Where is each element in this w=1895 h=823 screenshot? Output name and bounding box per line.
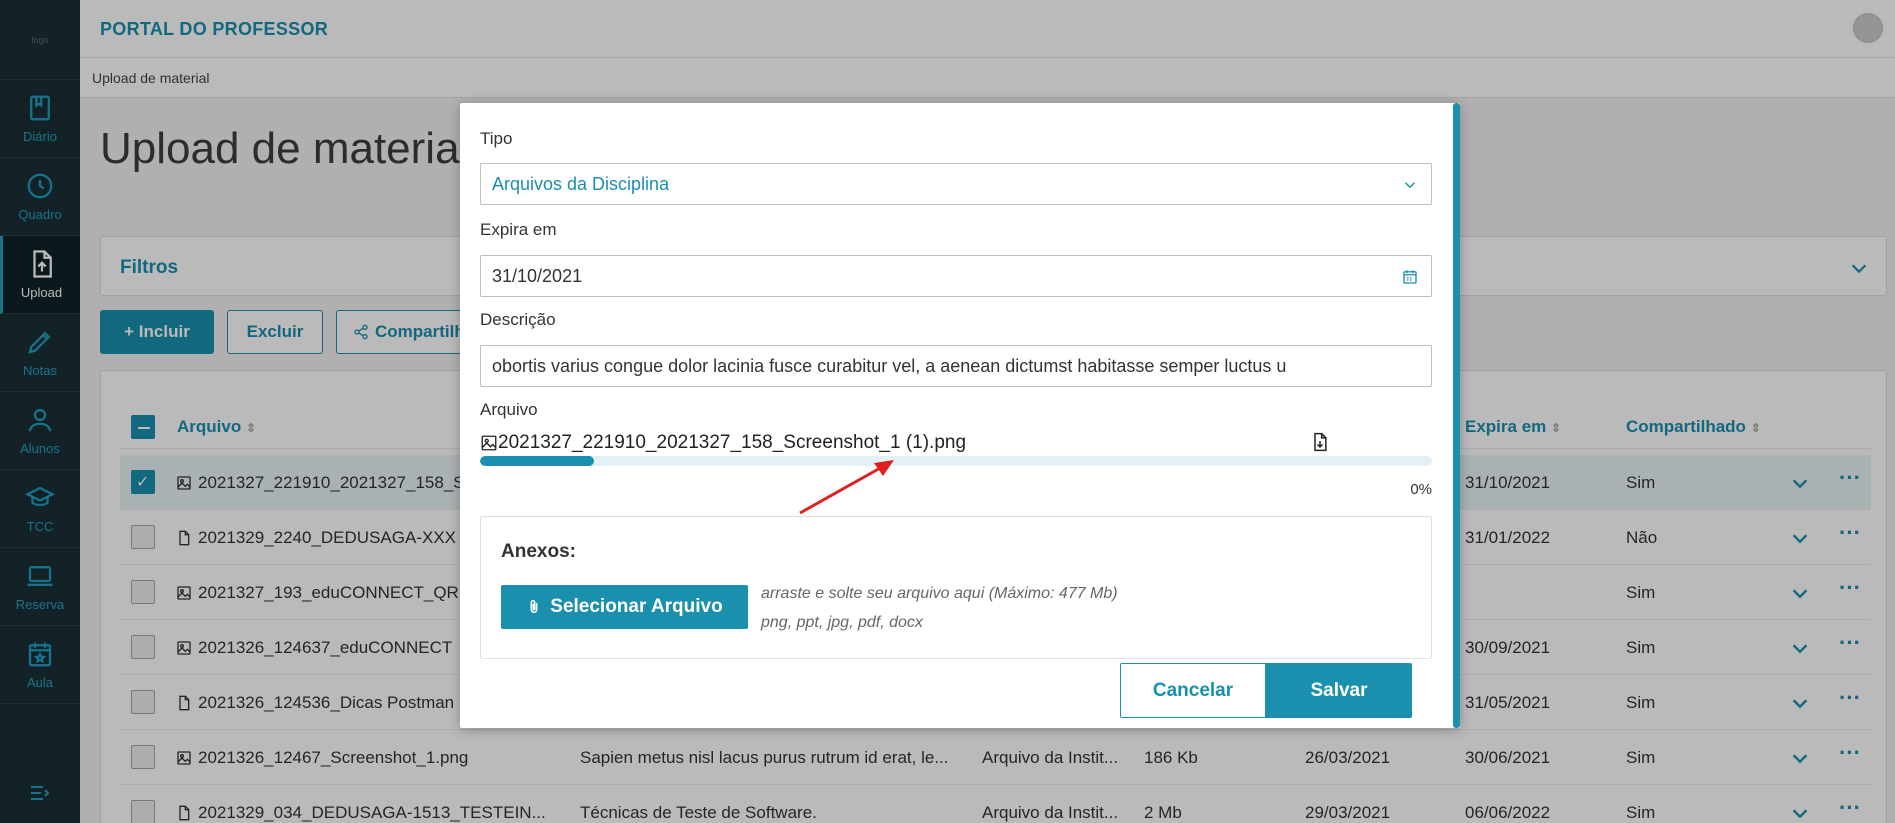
chevron-down-icon <box>1401 176 1419 199</box>
tipo-select-value: Arquivos da Disciplina <box>492 173 670 194</box>
descricao-value: obortis varius congue dolor lacinia fusc… <box>492 355 1287 376</box>
select-file-button-label: Selecionar Arquivo <box>550 596 723 617</box>
upload-modal: Tipo Arquivos da Disciplina Expira em 31… <box>460 103 1460 728</box>
tipo-label: Tipo <box>480 129 513 148</box>
uploaded-file-name: 2021327_221910_2021327_158_Screenshot_1 … <box>498 432 967 453</box>
expira-date-value: 31/10/2021 <box>492 265 583 286</box>
upload-progress-bar <box>480 456 1432 466</box>
attachments-dropzone[interactable]: Anexos: Selecionar Arquivo arraste e sol… <box>480 516 1432 659</box>
tipo-select[interactable]: Arquivos da Disciplina <box>480 163 1432 205</box>
expira-label: Expira em <box>480 220 557 239</box>
attachments-title: Anexos: <box>501 541 576 562</box>
save-button[interactable]: Salvar <box>1266 663 1412 718</box>
descricao-label: Descrição <box>480 310 556 329</box>
image-file-icon <box>481 435 497 451</box>
allowed-formats: png, ppt, jpg, pdf, docx <box>761 614 923 631</box>
modal-scrollbar[interactable] <box>1453 103 1460 728</box>
uploaded-file-row: 2021327_221910_2021327_158_Screenshot_1 … <box>480 430 1432 456</box>
select-file-button[interactable]: Selecionar Arquivo <box>501 585 748 629</box>
cancel-button[interactable]: Cancelar <box>1120 663 1266 718</box>
paperclip-icon <box>530 599 538 614</box>
drop-hint: arraste e solte seu arquivo aqui (Máximo… <box>761 585 1118 602</box>
upload-progress-fill <box>480 456 595 466</box>
upload-progress-percent: 0% <box>1410 481 1432 498</box>
download-file-icon[interactable] <box>1310 432 1330 458</box>
expira-date-input[interactable]: 31/10/2021 <box>480 255 1432 297</box>
calendar-icon[interactable] <box>1401 268 1419 291</box>
arquivo-label: Arquivo <box>480 400 538 419</box>
annotation-arrow <box>799 460 894 515</box>
descricao-input[interactable]: obortis varius congue dolor lacinia fusc… <box>480 345 1432 387</box>
